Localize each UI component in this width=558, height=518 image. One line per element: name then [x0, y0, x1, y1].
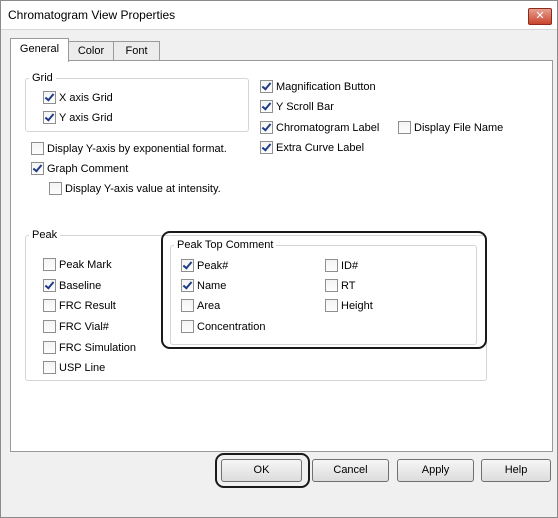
frc-vial-label: FRC Vial# — [59, 320, 109, 333]
grid-group-title: Grid — [29, 72, 56, 84]
frc-result-check-icon — [43, 299, 56, 312]
y-axis-grid-checkbox[interactable]: Y axis Grid — [43, 111, 113, 124]
file-name-checkbox[interactable]: Display File Name — [398, 121, 503, 134]
chrom-label-label: Chromatogram Label — [276, 121, 380, 134]
properties-dialog: Chromatogram View Properties ✕ General C… — [0, 0, 558, 518]
magnification-check-icon — [260, 80, 273, 93]
dialog-title: Chromatogram View Properties — [8, 8, 176, 22]
usp-line-label: USP Line — [59, 361, 106, 374]
ok-highlight — [215, 453, 310, 488]
x-axis-grid-check-icon — [43, 91, 56, 104]
cancel-button[interactable]: Cancel — [312, 459, 389, 482]
frc-simulation-checkbox[interactable]: FRC Simulation — [43, 341, 136, 354]
baseline-check-icon — [43, 279, 56, 292]
apply-button[interactable]: Apply — [397, 459, 474, 482]
y-scroll-label: Y Scroll Bar — [276, 100, 334, 113]
peak-top-highlight — [161, 231, 487, 349]
exp-format-label: Display Y-axis by exponential format. — [47, 142, 227, 155]
peak-mark-check-icon — [43, 258, 56, 271]
magnification-label: Magnification Button — [276, 80, 376, 93]
graph-comment-checkbox[interactable]: Graph Comment — [31, 162, 128, 175]
frc-result-checkbox[interactable]: FRC Result — [43, 299, 116, 312]
usp-line-checkbox[interactable]: USP Line — [43, 361, 105, 374]
intensity-checkbox[interactable]: Display Y-axis value at intensity. — [49, 182, 221, 195]
exp-format-checkbox[interactable]: Display Y-axis by exponential format. — [31, 142, 227, 155]
y-scroll-checkbox[interactable]: Y Scroll Bar — [260, 100, 334, 113]
graph-comment-label: Graph Comment — [47, 162, 129, 175]
usp-line-check-icon — [43, 361, 56, 374]
extra-curve-label: Extra Curve Label — [276, 141, 365, 154]
file-name-label: Display File Name — [414, 121, 504, 134]
chrom-label-check-icon — [260, 121, 273, 134]
tab-general[interactable]: General — [10, 38, 69, 62]
chrom-label-checkbox[interactable]: Chromatogram Label — [260, 121, 379, 134]
peak-group-title: Peak — [29, 229, 61, 241]
graph-comment-check-icon — [31, 162, 44, 175]
close-icon[interactable]: ✕ — [528, 8, 552, 25]
y-scroll-check-icon — [260, 100, 273, 113]
x-axis-grid-checkbox[interactable]: X axis Grid — [43, 91, 113, 104]
frc-simulation-check-icon — [43, 341, 56, 354]
baseline-checkbox[interactable]: Baseline — [43, 279, 101, 292]
extra-curve-checkbox[interactable]: Extra Curve Label — [260, 141, 364, 154]
extra-curve-check-icon — [260, 141, 273, 154]
intensity-label: Display Y-axis value at intensity. — [65, 182, 221, 195]
frc-simulation-label: FRC Simulation — [59, 341, 137, 354]
frc-vial-checkbox[interactable]: FRC Vial# — [43, 320, 109, 333]
peak-mark-label: Peak Mark — [59, 258, 112, 271]
frc-result-label: FRC Result — [59, 299, 116, 312]
frc-vial-check-icon — [43, 320, 56, 333]
title-bar: Chromatogram View Properties ✕ — [1, 1, 557, 30]
help-button[interactable]: Help — [481, 459, 551, 482]
intensity-check-icon — [49, 182, 62, 195]
tab-font[interactable]: Font — [113, 41, 160, 61]
x-axis-grid-label: X axis Grid — [59, 91, 113, 104]
y-axis-grid-label: Y axis Grid — [59, 111, 113, 124]
magnification-checkbox[interactable]: Magnification Button — [260, 80, 376, 93]
general-panel: Grid X axis Grid Y axis Grid Display Y-a… — [10, 60, 553, 452]
baseline-label: Baseline — [59, 279, 102, 292]
file-name-check-icon — [398, 121, 411, 134]
y-axis-grid-check-icon — [43, 111, 56, 124]
tab-color[interactable]: Color — [67, 41, 115, 61]
peak-mark-checkbox[interactable]: Peak Mark — [43, 258, 112, 271]
exp-format-check-icon — [31, 142, 44, 155]
